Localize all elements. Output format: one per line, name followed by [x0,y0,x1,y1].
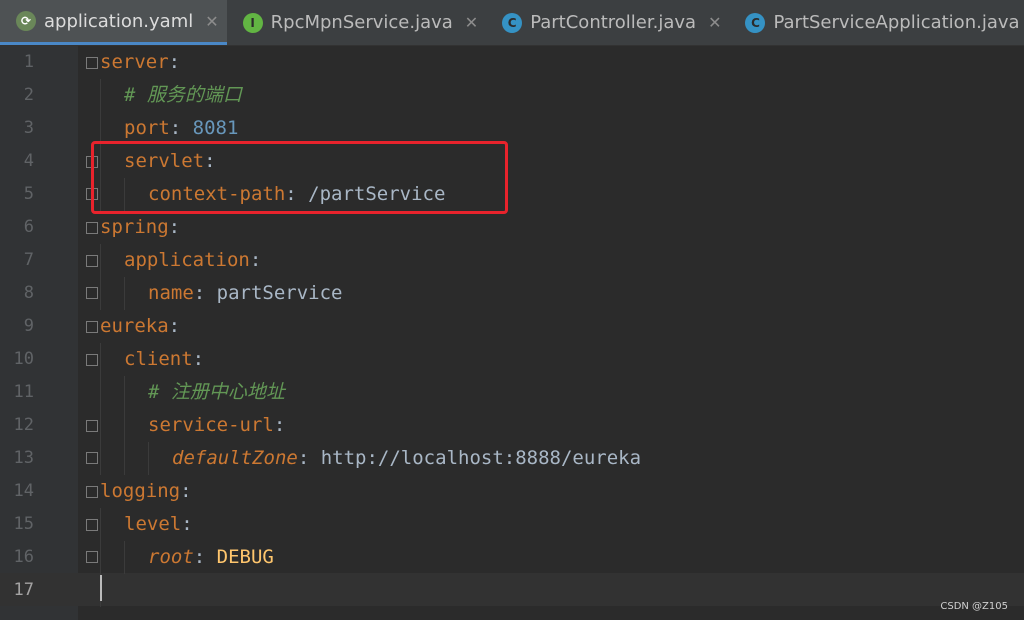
yaml-comment: # 注册中心地址 [148,381,285,403]
code-text: defaultZone: http://localhost:8888/eurek… [172,442,641,475]
yaml-key: server [100,51,169,73]
yaml-key: spring [100,216,169,238]
spring-icon: ⟳ [16,11,36,31]
line-number: 5 [23,184,34,204]
yaml-colon: : [193,282,217,304]
tab-rpcmpnservice-java[interactable]: I RpcMpnService.java ✕ [227,0,487,45]
code-line[interactable]: 14 logging: [0,475,1024,508]
code-text: server: [100,46,180,79]
class-icon: C [502,12,523,33]
yaml-value: http://localhost:8888/eureka [320,447,642,469]
yaml-key: defaultZone [172,447,298,469]
line-number: 3 [23,118,34,138]
code-line[interactable]: 6 spring: [0,211,1024,244]
code-text: level: [124,508,193,541]
tab-label: RpcMpnService.java [270,12,453,33]
line-number: 15 [13,514,34,534]
code-line[interactable]: 12 service-url: [0,409,1024,442]
tab-partserviceapplication-java[interactable]: C PartServiceApplication.java ✕ [729,0,1024,45]
code-text: client: [124,343,204,376]
line-number: 8 [23,283,34,303]
annotation-highlight-box [91,141,508,214]
code-text: service-url: [148,409,285,442]
yaml-colon: : [180,480,192,502]
yaml-comment: # 服务的端口 [124,84,242,106]
tab-application-yaml[interactable]: ⟳ application.yaml ✕ [0,0,227,45]
yaml-colon: : [297,447,321,469]
line-number: 1 [23,52,34,72]
text-caret [100,575,102,601]
code-line-current[interactable]: 17 [0,574,1024,607]
tab-label: PartController.java [530,12,697,33]
line-number: 9 [23,316,34,336]
line-number: 10 [13,349,34,369]
tab-label: application.yaml [44,10,194,32]
yaml-colon: : [168,315,181,337]
yaml-key: client [124,348,193,370]
code-text: # 注册中心地址 [148,376,285,409]
code-line[interactable]: 7 application: [0,244,1024,277]
code-line[interactable]: 15 level: [0,508,1024,541]
code-line[interactable]: 1 server: [0,46,1024,79]
code-text: root: DEBUG [148,541,274,574]
watermark: CSDN @Z105 [940,601,1008,612]
tab-label: PartServiceApplication.java [773,12,1020,33]
code-text: name: partService [148,277,343,310]
yaml-key: name [148,282,194,304]
code-text: logging: [100,475,192,508]
yaml-key: service-url [148,414,274,436]
line-number: 6 [23,217,34,237]
code-line[interactable]: 8 name: partService [0,277,1024,310]
line-number: 2 [23,85,34,105]
code-line[interactable]: 16 root: DEBUG [0,541,1024,574]
close-icon[interactable]: ✕ [205,12,218,31]
yaml-value: partService [216,282,343,304]
code-line[interactable]: 9 eureka: [0,310,1024,343]
line-number: 11 [13,382,34,402]
code-text: # 服务的端口 [124,79,242,112]
line-number: 13 [13,448,34,468]
spring-boot-class-icon: C [745,12,766,33]
line-number: 14 [13,481,34,501]
code-text: eureka: [100,310,180,343]
code-line[interactable]: 11 # 注册中心地址 [0,376,1024,409]
line-number: 12 [13,415,34,435]
yaml-key: application [124,249,250,271]
yaml-number-value: 8081 [192,117,239,139]
line-number: 17 [13,580,34,600]
yaml-colon: : [168,216,181,238]
yaml-key: eureka [100,315,169,337]
line-number: 7 [23,250,34,270]
close-icon[interactable]: ✕ [465,13,478,32]
tab-partcontroller-java[interactable]: C PartController.java ✕ [486,0,729,45]
yaml-colon: : [249,249,262,271]
yaml-key: logging [100,480,181,502]
close-icon[interactable]: ✕ [708,13,721,32]
yaml-colon: : [169,117,193,139]
code-line[interactable]: 2 # 服务的端口 [0,79,1024,112]
code-line[interactable]: 13 defaultZone: http://localhost:8888/eu… [0,442,1024,475]
yaml-key: level [124,513,182,535]
yaml-colon: : [273,414,286,436]
line-number: 4 [23,151,34,171]
yaml-colon: : [192,348,205,370]
yaml-colon: : [168,51,181,73]
yaml-colon: : [193,546,217,568]
code-text: spring: [100,211,180,244]
yaml-colon: : [181,513,193,535]
line-number: 16 [13,547,34,567]
code-text: application: [124,244,261,277]
yaml-value: DEBUG [216,546,274,568]
editor-tab-bar: ⟳ application.yaml ✕ I RpcMpnService.jav… [0,0,1024,46]
interface-icon: I [242,12,263,33]
code-line[interactable]: 10 client: [0,343,1024,376]
yaml-key: port [124,117,170,139]
yaml-key: root [148,546,194,568]
